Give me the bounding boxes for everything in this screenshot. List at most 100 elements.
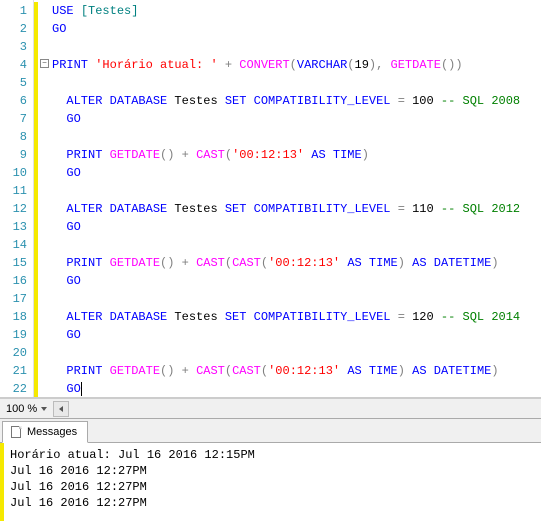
- code-line[interactable]: PRINT GETDATE() + CAST('00:12:13' AS TIM…: [34, 146, 541, 164]
- line-number: 17: [2, 290, 27, 308]
- code-line[interactable]: [34, 344, 541, 362]
- code-token: GO: [66, 328, 80, 342]
- code-token: CAST: [196, 148, 225, 162]
- code-token: [427, 256, 434, 270]
- code-token: SET: [225, 310, 247, 324]
- code-token: [52, 310, 66, 324]
- code-token: [102, 202, 109, 216]
- line-number: 3: [2, 38, 27, 56]
- code-token: ): [362, 148, 369, 162]
- code-token: [390, 202, 397, 216]
- code-token: PRINT: [66, 256, 102, 270]
- code-token: '00:12:13': [232, 148, 304, 162]
- code-token: =: [398, 94, 405, 108]
- line-number: 10: [2, 164, 27, 182]
- code-line[interactable]: [34, 128, 541, 146]
- message-line: Jul 16 2016 12:27PM: [10, 495, 537, 511]
- code-line[interactable]: GO: [34, 218, 541, 236]
- code-line[interactable]: −PRINT 'Horário atual: ' + CONVERT(VARCH…: [34, 56, 541, 74]
- code-token: [390, 94, 397, 108]
- code-line[interactable]: ALTER DATABASE Testes SET COMPATIBILITY_…: [34, 92, 541, 110]
- code-line[interactable]: [34, 236, 541, 254]
- horizontal-scroll-left[interactable]: [53, 401, 69, 417]
- messages-tab[interactable]: Messages: [2, 421, 88, 443]
- code-token: '00:12:13': [268, 256, 340, 270]
- code-token: GO: [66, 274, 80, 288]
- code-line[interactable]: ALTER DATABASE Testes SET COMPATIBILITY_…: [34, 200, 541, 218]
- code-token: -- SQL 2014: [441, 310, 520, 324]
- line-number: 20: [2, 344, 27, 362]
- code-token: [102, 148, 109, 162]
- code-token: [189, 364, 196, 378]
- code-line[interactable]: [34, 182, 541, 200]
- line-number: 8: [2, 128, 27, 146]
- fold-icon[interactable]: −: [40, 59, 49, 68]
- messages-icon: [9, 426, 23, 438]
- code-token: [Testes]: [81, 4, 139, 18]
- code-token: [52, 328, 66, 342]
- code-token: ALTER: [66, 94, 102, 108]
- code-token: [102, 94, 109, 108]
- code-token: '00:12:13': [268, 364, 340, 378]
- code-token: GO: [66, 382, 80, 396]
- code-line[interactable]: GO: [34, 380, 541, 397]
- code-token: CAST: [196, 256, 225, 270]
- code-token: +: [225, 58, 232, 72]
- code-token: [102, 256, 109, 270]
- code-token: DATETIME: [434, 364, 492, 378]
- code-line[interactable]: [34, 74, 541, 92]
- code-token: [52, 166, 66, 180]
- code-line[interactable]: USE [Testes]: [34, 2, 541, 20]
- code-token: (: [225, 364, 232, 378]
- code-token: GETDATE: [391, 58, 441, 72]
- code-line[interactable]: GO: [34, 326, 541, 344]
- code-token: [52, 382, 66, 396]
- code-token: ): [398, 364, 405, 378]
- code-line[interactable]: GO: [34, 20, 541, 38]
- code-token: AS: [311, 148, 325, 162]
- zoom-level[interactable]: 100 %: [0, 403, 41, 415]
- code-token: [246, 94, 253, 108]
- code-token: DATETIME: [434, 256, 492, 270]
- code-line[interactable]: PRINT GETDATE() + CAST(CAST('00:12:13' A…: [34, 254, 541, 272]
- code-token: [405, 202, 412, 216]
- code-token: (): [160, 148, 174, 162]
- code-line[interactable]: GO: [34, 272, 541, 290]
- code-line[interactable]: ALTER DATABASE Testes SET COMPATIBILITY_…: [34, 308, 541, 326]
- code-token: [362, 256, 369, 270]
- code-token: CAST: [232, 364, 261, 378]
- code-token: CONVERT: [239, 58, 289, 72]
- line-number: 5: [2, 74, 27, 92]
- code-token: -- SQL 2008: [441, 94, 520, 108]
- zoom-dropdown-icon[interactable]: [41, 407, 47, 411]
- code-line[interactable]: [34, 38, 541, 56]
- line-number: 11: [2, 182, 27, 200]
- code-token: [102, 364, 109, 378]
- code-token: [52, 148, 66, 162]
- code-editor[interactable]: USE [Testes]GO−PRINT 'Horário atual: ' +…: [34, 0, 541, 397]
- code-token: (: [290, 58, 297, 72]
- messages-output[interactable]: Horário atual: Jul 16 2016 12:15PMJul 16…: [0, 443, 541, 521]
- line-number: 9: [2, 146, 27, 164]
- code-line[interactable]: GO: [34, 110, 541, 128]
- code-token: [434, 94, 441, 108]
- code-line[interactable]: [34, 290, 541, 308]
- code-token: 120: [412, 310, 434, 324]
- code-token: [52, 364, 66, 378]
- code-token: ): [455, 58, 462, 72]
- code-line[interactable]: PRINT GETDATE() + CAST(CAST('00:12:13' A…: [34, 362, 541, 380]
- messages-tab-label: Messages: [27, 426, 77, 438]
- line-number: 19: [2, 326, 27, 344]
- code-token: [74, 4, 81, 18]
- code-token: (: [261, 256, 268, 270]
- line-number: 14: [2, 236, 27, 254]
- message-line: Jul 16 2016 12:27PM: [10, 463, 537, 479]
- code-token: PRINT: [52, 58, 88, 72]
- code-token: GO: [66, 220, 80, 234]
- code-line[interactable]: GO: [34, 164, 541, 182]
- code-token: [390, 310, 397, 324]
- code-token: GETDATE: [110, 148, 160, 162]
- code-token: DATABASE: [110, 94, 168, 108]
- code-token: GO: [66, 112, 80, 126]
- code-token: [383, 58, 390, 72]
